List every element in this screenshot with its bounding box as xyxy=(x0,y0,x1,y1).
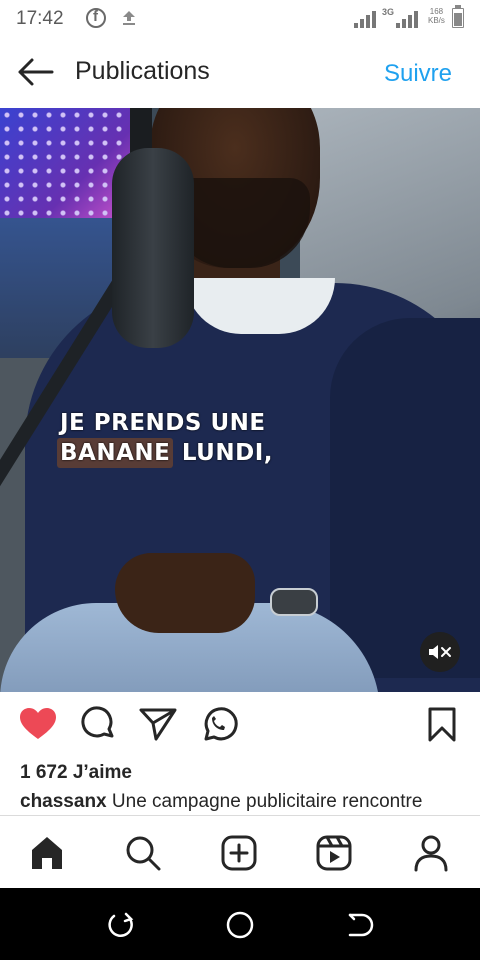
subtitle-text: JE PRENDS UNE xyxy=(60,410,266,436)
microphone xyxy=(112,148,194,348)
home-icon[interactable] xyxy=(28,834,66,872)
facebook-icon xyxy=(86,8,106,28)
battery-icon xyxy=(452,5,464,28)
back-nav-icon[interactable] xyxy=(344,910,374,940)
like-count[interactable]: 1 672 J’aime xyxy=(20,762,132,784)
heart-filled-icon[interactable] xyxy=(18,706,58,742)
caption-username[interactable]: chassanx xyxy=(20,791,107,812)
volume-muted-icon[interactable] xyxy=(420,632,460,672)
caption-text: Une campagne publicitaire rencontre xyxy=(106,791,423,812)
wristwatch xyxy=(270,588,318,616)
network-speed-unit: KB/s xyxy=(428,16,445,25)
video-subtitle: JE PRENDS UNE BANANE LUNDI, xyxy=(57,408,273,468)
recent-apps-icon[interactable] xyxy=(106,910,136,940)
comment-icon[interactable] xyxy=(78,706,118,742)
follow-button[interactable]: Suivre xyxy=(384,60,452,88)
subtitle-text: LUNDI, xyxy=(173,440,273,466)
share-icon[interactable] xyxy=(138,706,178,742)
signal-icon xyxy=(354,10,380,28)
search-icon[interactable] xyxy=(124,834,162,872)
subtitle-line-2: BANANE LUNDI, xyxy=(57,438,273,468)
person-hands xyxy=(115,553,255,633)
post-caption: chassanx Une campagne publicitaire renco… xyxy=(20,791,470,813)
arrow-left-icon[interactable] xyxy=(16,56,54,88)
profile-icon[interactable] xyxy=(412,834,450,872)
network-speed-value: 168 xyxy=(429,7,444,16)
subtitle-line-1: JE PRENDS UNE xyxy=(60,408,273,438)
subtitle-highlight: BANANE xyxy=(57,438,174,468)
system-navigation-bar xyxy=(0,888,480,960)
home-circle-icon[interactable] xyxy=(225,910,255,940)
signal-icon xyxy=(396,10,422,28)
page-title: Publications xyxy=(75,57,210,85)
network-type: 3G xyxy=(382,7,395,17)
bookmark-icon[interactable] xyxy=(422,706,462,742)
create-icon[interactable] xyxy=(220,834,258,872)
whatsapp-icon[interactable] xyxy=(198,706,238,742)
bottom-navigation xyxy=(0,815,480,888)
app-header: Publications Suivre xyxy=(0,36,480,108)
post-video[interactable]: JE PRENDS UNE BANANE LUNDI, xyxy=(0,108,480,692)
reels-icon[interactable] xyxy=(315,834,353,872)
upload-icon xyxy=(123,11,135,25)
network-speed: 168 KB/s xyxy=(428,7,445,25)
post-actions xyxy=(0,692,480,756)
status-bar: 17:42 3G 168 KB/s xyxy=(0,0,480,36)
sweater-shade xyxy=(330,318,480,678)
status-time: 17:42 xyxy=(16,8,64,29)
